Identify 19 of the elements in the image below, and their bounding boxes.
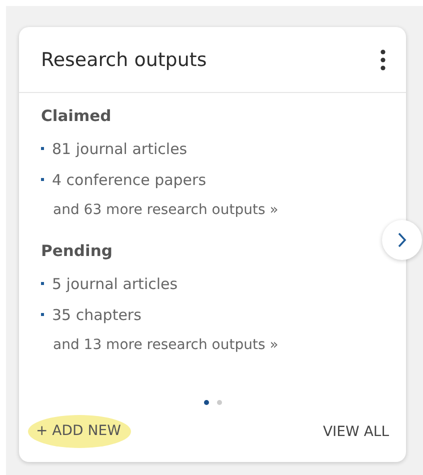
bullet-icon: [41, 313, 44, 316]
more-link[interactable]: and 63 more research outputs »: [53, 195, 384, 225]
view-all-button[interactable]: VIEW ALL: [322, 424, 389, 440]
bullet-icon: [41, 178, 44, 181]
page-dot[interactable]: [216, 400, 222, 405]
more-options-icon[interactable]: [380, 48, 386, 70]
output-link[interactable]: 35 chapters: [52, 306, 142, 324]
section-heading: Pending: [41, 242, 114, 260]
page-dot[interactable]: [204, 400, 208, 405]
more-link[interactable]: and 13 more research outputs »: [53, 330, 384, 360]
chevron-right-icon: [397, 232, 407, 248]
output-link[interactable]: 4 conference papers: [52, 170, 206, 188]
card-title: Research outputs: [41, 48, 207, 70]
section-heading: Claimed: [41, 107, 112, 125]
output-link[interactable]: 81 journal articles: [52, 140, 188, 158]
output-link[interactable]: 5 journal articles: [52, 274, 178, 292]
add-new-button[interactable]: + ADD NEW: [28, 415, 131, 448]
bullet-icon: [41, 282, 44, 285]
bullet-icon: [41, 147, 44, 150]
